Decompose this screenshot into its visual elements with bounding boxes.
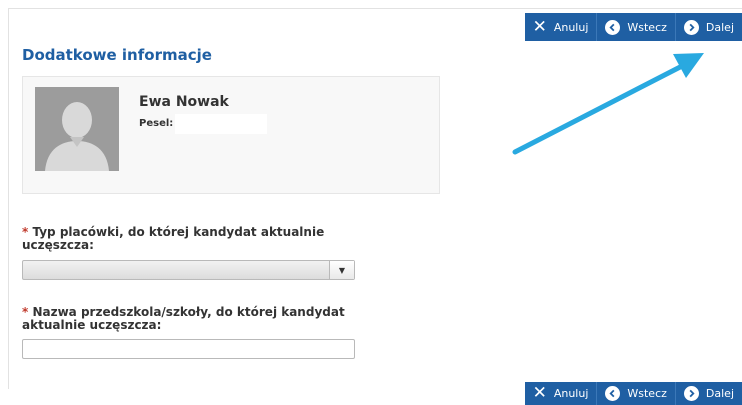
dropdown-button[interactable]: ▼ [329,261,354,279]
candidate-card: Ewa Nowak Pesel: [22,76,440,194]
required-mark: * [22,305,29,319]
top-toolbar: ✕ Anuluj Wstecz Dalej [524,13,742,41]
school-name-label: Nazwa przedszkola/szkoły, do której kand… [22,305,345,332]
chevron-right-circle-icon [683,19,699,35]
next-button-label: Dalej [705,387,734,400]
chevron-left-circle-icon [605,19,621,35]
cancel-button-label: Anuluj [553,20,589,34]
caret-down-icon: ▼ [338,265,346,275]
pesel-label: Pesel: [139,118,174,129]
school-name-label-row: * Nazwa przedszkola/szkoły, do której ka… [22,306,352,332]
facility-type-select[interactable]: ▼ [22,260,355,280]
back-button[interactable]: Wstecz [596,382,675,405]
next-button[interactable]: Dalej [674,13,742,41]
facility-type-label-row: * Typ placówki, do której kandydat aktua… [22,226,352,252]
back-button[interactable]: Wstecz [596,13,675,41]
required-mark: * [22,225,29,239]
candidate-name: Ewa Nowak [139,94,229,110]
facility-type-label: Typ placówki, do której kandydat aktualn… [22,225,325,252]
chevron-left-circle-icon [605,386,621,401]
avatar [35,87,119,171]
next-button[interactable]: Dalej [674,382,742,405]
cancel-button-label: Anuluj [553,387,589,400]
cancel-button[interactable]: ✕ Anuluj [525,382,597,405]
next-button-label: Dalej [705,20,734,34]
pesel-value [175,114,267,134]
back-button-label: Wstecz [627,387,667,400]
bottom-toolbar: ✕ Anuluj Wstecz Dalej [524,382,742,405]
x-icon: ✕ [532,16,547,37]
page-title: Dodatkowe informacje [22,46,212,64]
cancel-button[interactable]: ✕ Anuluj [525,13,597,41]
x-icon: ✕ [532,383,547,403]
chevron-right-circle-icon [683,386,699,401]
back-button-label: Wstecz [627,20,667,34]
person-silhouette-icon [35,87,119,171]
school-name-input[interactable] [22,339,355,359]
